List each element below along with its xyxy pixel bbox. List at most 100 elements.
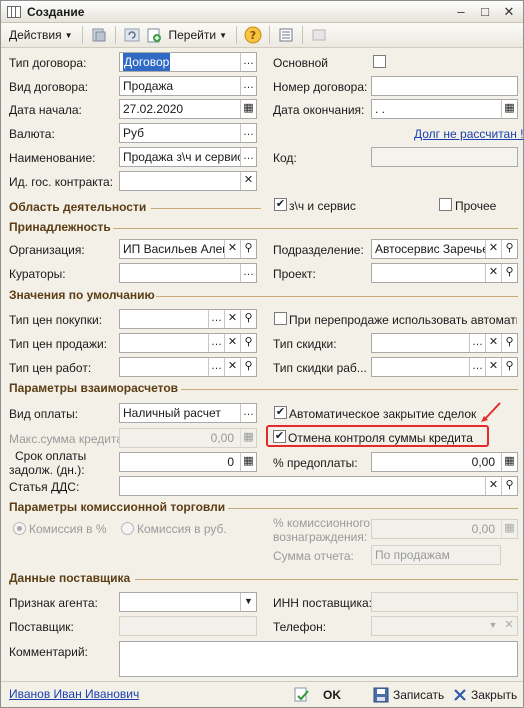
clear-icon[interactable]: ✕ bbox=[485, 358, 501, 376]
curators-field[interactable]: … bbox=[119, 263, 257, 283]
dds-field[interactable]: ✕ ⚲ bbox=[119, 476, 518, 496]
clear-icon[interactable]: ✕ bbox=[485, 477, 501, 495]
contract-kind-field[interactable]: Продажа … bbox=[119, 76, 257, 96]
name-value: Продажа з\ч и сервис bbox=[123, 150, 244, 164]
select-button-icon[interactable]: … bbox=[240, 148, 256, 166]
select-button-icon[interactable]: … bbox=[469, 358, 485, 376]
resale-auto-label: При перепродаже использовать автоматич bbox=[289, 313, 517, 327]
maximize-icon[interactable]: □ bbox=[477, 4, 493, 20]
close-icon[interactable]: ✕ bbox=[501, 4, 517, 20]
help-icon[interactable]: ? bbox=[244, 26, 262, 44]
clear-icon[interactable]: ✕ bbox=[240, 172, 256, 190]
code-field[interactable] bbox=[371, 147, 518, 167]
clear-icon[interactable]: ✕ bbox=[224, 310, 240, 328]
select-button-icon[interactable]: … bbox=[240, 124, 256, 142]
purchase-price-field[interactable]: … ✕ ⚲ bbox=[119, 309, 257, 329]
search-icon[interactable]: ⚲ bbox=[501, 240, 517, 258]
dropdown-arrow-icon: ▼ bbox=[219, 30, 227, 40]
prepay-field[interactable]: 0,00 ▦ bbox=[371, 452, 518, 472]
report-sum-field: По продажам bbox=[371, 545, 501, 565]
select-button-icon[interactable]: … bbox=[240, 264, 256, 282]
gov-contract-label: Ид. гос. контракта: bbox=[9, 175, 114, 189]
contract-type-field[interactable]: Договор … bbox=[119, 52, 257, 72]
calculator-icon[interactable]: ▦ bbox=[501, 453, 517, 471]
sale-price-field[interactable]: … ✕ ⚲ bbox=[119, 333, 257, 353]
currency-label: Валюта: bbox=[9, 127, 55, 141]
search-icon[interactable]: ⚲ bbox=[501, 334, 517, 352]
comment-textarea[interactable] bbox=[119, 641, 518, 677]
select-button-icon[interactable]: … bbox=[208, 334, 224, 352]
chevron-down-icon[interactable]: ▼ bbox=[240, 593, 256, 611]
calendar-icon[interactable]: ▦ bbox=[501, 100, 517, 118]
pay-delay-field[interactable]: 0 ▦ bbox=[119, 452, 257, 472]
search-icon[interactable]: ⚲ bbox=[501, 477, 517, 495]
contract-number-field[interactable] bbox=[371, 76, 518, 96]
calendar-icon[interactable]: ▦ bbox=[240, 100, 256, 118]
add-document-icon[interactable] bbox=[145, 26, 163, 44]
parts-service-checkbox[interactable]: ✔ bbox=[274, 198, 287, 211]
work-discount-field[interactable]: … ✕ ⚲ bbox=[371, 357, 518, 377]
prepay-value: 0,00 bbox=[471, 455, 495, 469]
payment-kind-field[interactable]: Наличный расчет … bbox=[119, 403, 257, 423]
contract-type-label: Тип договора: bbox=[9, 56, 87, 70]
list-icon[interactable] bbox=[277, 26, 295, 44]
clear-icon[interactable]: ✕ bbox=[224, 358, 240, 376]
select-button-icon[interactable]: … bbox=[208, 310, 224, 328]
clear-icon[interactable]: ✕ bbox=[224, 240, 240, 258]
department-field[interactable]: Автосервис Заречье ✕ ⚲ bbox=[371, 239, 518, 259]
select-button-icon[interactable]: … bbox=[208, 358, 224, 376]
organization-field[interactable]: ИП Васильев Алекс ✕ ⚲ bbox=[119, 239, 257, 259]
end-date-field[interactable]: . . ▦ bbox=[371, 99, 518, 119]
agent-dropdown[interactable]: ▼ bbox=[119, 592, 257, 612]
select-button-icon[interactable]: … bbox=[469, 334, 485, 352]
calculator-icon[interactable]: ▦ bbox=[240, 453, 256, 471]
curators-label: Кураторы: bbox=[9, 267, 66, 281]
ok-button[interactable]: OK bbox=[293, 684, 341, 706]
department-value: Автосервис Заречье bbox=[375, 242, 489, 256]
name-label: Наименование: bbox=[9, 151, 96, 165]
currency-field[interactable]: Руб … bbox=[119, 123, 257, 143]
settlements-section-title: Параметры взаиморасчетов bbox=[9, 381, 179, 395]
auto-close-checkbox[interactable]: ✔ bbox=[274, 406, 287, 419]
search-icon[interactable]: ⚲ bbox=[240, 310, 256, 328]
resale-auto-checkbox[interactable] bbox=[274, 312, 287, 325]
actions-menu[interactable]: Действия ▼ bbox=[5, 25, 77, 46]
ok-label: OK bbox=[323, 688, 341, 702]
clear-icon[interactable]: ✕ bbox=[485, 264, 501, 282]
search-icon[interactable]: ⚲ bbox=[240, 334, 256, 352]
clear-icon[interactable]: ✕ bbox=[224, 334, 240, 352]
close-button[interactable]: Закрыть bbox=[453, 684, 517, 706]
work-price-field[interactable]: … ✕ ⚲ bbox=[119, 357, 257, 377]
agent-label: Признак агента: bbox=[9, 596, 98, 610]
cancel-credit-control-label: Отмена контроля суммы кредита bbox=[288, 431, 473, 445]
start-date-field[interactable]: 27.02.2020 ▦ bbox=[119, 99, 257, 119]
discount-field[interactable]: … ✕ ⚲ bbox=[371, 333, 518, 353]
clear-icon[interactable]: ✕ bbox=[485, 240, 501, 258]
select-button-icon[interactable]: … bbox=[240, 53, 256, 71]
select-button-icon[interactable]: … bbox=[240, 77, 256, 95]
end-date-label: Дата окончания: bbox=[273, 103, 365, 117]
cancel-credit-control-checkbox[interactable]: ✔ bbox=[273, 430, 286, 443]
minimize-icon[interactable]: – bbox=[453, 4, 469, 20]
save-button[interactable]: Записать bbox=[373, 684, 444, 706]
save-label: Записать bbox=[393, 688, 445, 702]
search-icon[interactable]: ⚲ bbox=[501, 264, 517, 282]
project-field[interactable]: ✕ ⚲ bbox=[371, 263, 518, 283]
search-icon[interactable]: ⚲ bbox=[501, 358, 517, 376]
debt-not-calculated-link[interactable]: Долг не рассчитан ! bbox=[414, 127, 524, 141]
dds-label: Статья ДДС: bbox=[9, 480, 80, 494]
search-icon[interactable]: ⚲ bbox=[240, 240, 256, 258]
main-checkbox[interactable] bbox=[373, 55, 386, 68]
goto-menu[interactable]: Перейти ▼ bbox=[165, 25, 231, 46]
name-field[interactable]: Продажа з\ч и сервис … bbox=[119, 147, 257, 167]
select-button-icon[interactable]: … bbox=[240, 404, 256, 422]
inn-label: ИНН поставщика: bbox=[273, 596, 372, 610]
user-link[interactable]: Иванов Иван Иванович bbox=[9, 687, 139, 701]
clear-icon[interactable]: ✕ bbox=[485, 334, 501, 352]
other-checkbox[interactable] bbox=[439, 198, 452, 211]
search-icon[interactable]: ⚲ bbox=[240, 358, 256, 376]
copy-icon[interactable] bbox=[90, 26, 108, 44]
refresh-icon[interactable] bbox=[123, 26, 141, 44]
discount-label: Тип скидки: bbox=[273, 337, 337, 351]
gov-contract-field[interactable]: ✕ bbox=[119, 171, 257, 191]
